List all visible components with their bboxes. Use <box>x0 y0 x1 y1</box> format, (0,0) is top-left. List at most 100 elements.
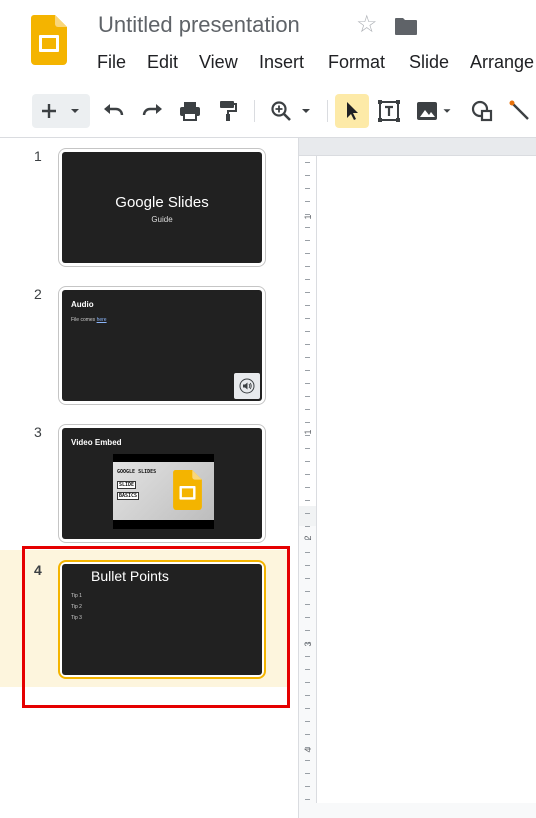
paint-format-button[interactable] <box>213 94 243 128</box>
ruler-label: 1 <box>303 214 313 220</box>
ruler-tick <box>305 487 310 488</box>
ruler-tick <box>305 682 310 683</box>
ruler-tick <box>305 591 310 592</box>
ruler-tick <box>305 435 310 436</box>
menu-edit[interactable]: Edit <box>147 52 178 73</box>
slide-thumbnail[interactable]: Audio File comes here <box>58 286 266 405</box>
ruler-label: 2 <box>303 535 313 541</box>
vertical-ruler[interactable]: 1 1 2 3 4 <box>299 156 317 803</box>
menu-file[interactable]: File <box>97 52 126 73</box>
ruler-tick <box>305 383 310 384</box>
toolbar <box>0 88 536 134</box>
ruler-tick <box>305 175 310 176</box>
ruler-tick <box>305 253 310 254</box>
ruler-tick <box>305 396 310 397</box>
slide-number: 1 <box>34 148 42 164</box>
folder-icon[interactable] <box>394 16 418 36</box>
select-tool-button[interactable] <box>335 94 369 128</box>
ruler-tick <box>305 162 310 163</box>
undo-icon <box>104 104 124 116</box>
audio-button[interactable] <box>234 373 260 399</box>
ruler-label: 1 <box>303 429 313 435</box>
google-slides-logo <box>173 470 202 510</box>
ruler-tick <box>305 214 310 215</box>
ruler-tick <box>305 695 310 696</box>
body-link[interactable]: here <box>97 317 107 323</box>
ruler-tick <box>305 305 310 306</box>
ruler-tick <box>305 513 310 514</box>
ruler-tick <box>305 630 310 631</box>
video-thumbnail: GOOGLE SLIDES SLIDE BASICS <box>113 462 214 520</box>
slide-thumbnail-row[interactable]: 1 Google Slides Guide <box>0 146 290 272</box>
ruler-label: 3 <box>303 641 313 647</box>
menu-insert[interactable]: Insert <box>259 52 304 73</box>
image-button[interactable] <box>412 94 458 128</box>
paint-format-icon <box>220 101 237 121</box>
presentation-title[interactable]: Untitled presentation <box>98 12 300 38</box>
ruler-tick <box>305 474 310 475</box>
ruler-tick <box>305 240 310 241</box>
ruler-tick <box>305 500 310 501</box>
new-slide-button[interactable] <box>32 94 90 128</box>
ruler-tick <box>305 617 310 618</box>
ruler-tick <box>305 318 310 319</box>
ruler-tick <box>305 266 310 267</box>
ruler-tick <box>305 552 310 553</box>
ruler-tick <box>305 669 310 670</box>
ruler-tick <box>305 448 310 449</box>
ruler-tick <box>305 708 310 709</box>
ruler-tick <box>305 370 310 371</box>
slide-thumbnail-row[interactable]: 2 Audio File comes here <box>0 284 290 410</box>
slide-preview: Audio File comes here <box>62 290 262 401</box>
ruler-tick <box>305 279 310 280</box>
ruler-tick <box>305 331 310 332</box>
google-slides-logo[interactable] <box>31 15 67 65</box>
ruler-tick <box>305 656 310 657</box>
ruler-tick <box>305 227 310 228</box>
slide-thumbnail[interactable]: Video Embed GOOGLE SLIDES SLIDE BASICS <box>58 424 266 543</box>
ruler-tick <box>305 734 310 735</box>
ruler-inactive-region <box>299 526 316 803</box>
star-icon[interactable]: ☆ <box>356 10 378 39</box>
ruler-tick <box>305 188 310 189</box>
text-box-button[interactable] <box>374 94 404 128</box>
ruler-tick <box>305 721 310 722</box>
ruler-tick <box>305 565 310 566</box>
print-button[interactable] <box>175 94 205 128</box>
ruler-tick <box>305 786 310 787</box>
speaker-icon <box>239 378 255 394</box>
ruler-tick <box>305 760 310 761</box>
image-icon <box>417 102 437 120</box>
horizontal-ruler[interactable] <box>299 138 536 156</box>
ruler-tick <box>305 773 310 774</box>
menu-slide[interactable]: Slide <box>409 52 449 73</box>
video-text: SLIDE <box>117 481 137 489</box>
slide-number: 3 <box>34 424 42 440</box>
highlight-annotation-box <box>22 546 290 708</box>
ruler-tick <box>305 578 310 579</box>
dropdown-caret-icon <box>71 109 79 113</box>
line-button[interactable] <box>506 94 536 128</box>
redo-icon <box>142 104 162 116</box>
undo-button[interactable] <box>99 94 129 128</box>
ruler-tick <box>305 357 310 358</box>
zoom-button[interactable] <box>264 94 320 128</box>
redo-button[interactable] <box>137 94 167 128</box>
slide-thumbnail[interactable]: Google Slides Guide <box>58 148 266 267</box>
ruler-tick <box>305 201 310 202</box>
menu-arrange[interactable]: Arrange <box>470 52 534 73</box>
ruler-tick <box>305 604 310 605</box>
shape-button[interactable] <box>467 94 497 128</box>
ruler-tick <box>305 409 310 410</box>
menu-view[interactable]: View <box>199 52 238 73</box>
shape-icon <box>471 100 493 122</box>
menu-format[interactable]: Format <box>328 52 385 73</box>
video-embed[interactable]: GOOGLE SLIDES SLIDE BASICS <box>113 454 214 529</box>
slide-preview: Video Embed GOOGLE SLIDES SLIDE BASICS <box>62 428 262 539</box>
slide-canvas[interactable] <box>317 156 536 803</box>
ruler-label: 4 <box>303 747 313 753</box>
slide-preview: Google Slides Guide <box>62 152 262 263</box>
ruler-tick <box>305 344 310 345</box>
dropdown-caret-icon <box>302 109 310 113</box>
slide-thumbnail-row[interactable]: 3 Video Embed GOOGLE SLIDES SLIDE BASICS <box>0 422 290 548</box>
